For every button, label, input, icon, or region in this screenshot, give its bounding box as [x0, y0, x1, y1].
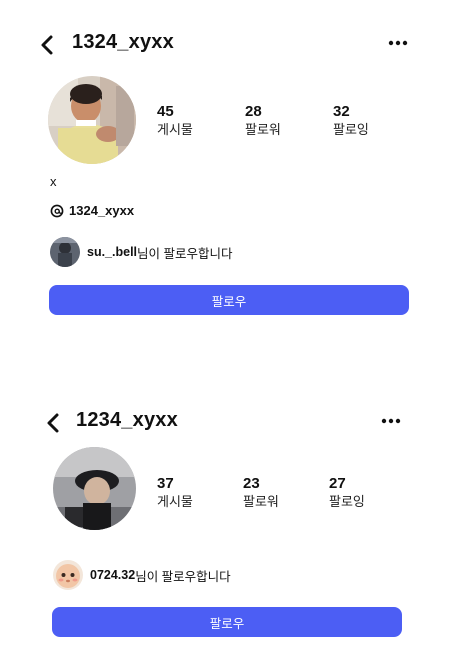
stat-following-value: 27: [329, 475, 346, 492]
stat-following-label: 팔로잉: [329, 494, 365, 509]
stat-following[interactable]: 27 팔로잉: [329, 475, 365, 510]
stat-followers[interactable]: 28 팔로워: [245, 103, 281, 138]
stat-posts[interactable]: 45 게시물: [157, 103, 193, 138]
profile-header: 1234_xyxx: [0, 402, 452, 442]
followed-by-suffix: 님이 팔로우합니다: [137, 246, 233, 261]
follow-button[interactable]: 팔로우: [49, 285, 409, 315]
follow-button[interactable]: 팔로우: [52, 607, 402, 637]
profile-avatar[interactable]: [53, 447, 136, 530]
stat-posts-label: 게시물: [157, 494, 193, 509]
followed-by-name: 0724.32: [90, 568, 136, 582]
stat-posts-label: 게시물: [157, 122, 193, 137]
profile-card-2: 1234_xyxx 37 게시물 23 팔로워 27 팔로잉 0724.32 님…: [0, 390, 452, 647]
followed-by-avatar[interactable]: [53, 560, 83, 590]
followed-by-suffix: 님이 팔로우합니다: [135, 569, 231, 584]
followed-by-row[interactable]: 0724.32 님이 팔로우합니다: [53, 560, 231, 590]
profile-username: 1234_xyxx: [76, 409, 178, 431]
stat-followers-value: 28: [245, 103, 262, 120]
stat-posts-value: 45: [157, 103, 174, 120]
followed-by-name: su._.bell: [87, 245, 138, 259]
more-horizontal-icon[interactable]: [380, 416, 402, 426]
profile-bio: x: [50, 174, 57, 189]
stat-posts-value: 37: [157, 475, 174, 492]
profile-header: 1324_xyxx: [0, 24, 452, 64]
profile-card-1: 1324_xyxx 45 게시물 28 팔로워 32 팔로잉 x 1324_xy…: [0, 0, 452, 330]
threads-link[interactable]: 1324_xyxx: [50, 203, 134, 218]
more-horizontal-icon[interactable]: [387, 38, 409, 48]
profile-username: 1324_xyxx: [72, 31, 174, 53]
stat-followers-label: 팔로워: [245, 122, 281, 137]
stat-following-value: 32: [333, 103, 350, 120]
threads-handle: 1324_xyxx: [69, 203, 135, 218]
chevron-left-icon[interactable]: [36, 34, 58, 56]
followed-by-row[interactable]: su._.bell 님이 팔로우합니다: [50, 237, 233, 267]
stat-following[interactable]: 32 팔로잉: [333, 103, 369, 138]
stat-posts[interactable]: 37 게시물: [157, 475, 193, 510]
stat-followers-label: 팔로워: [243, 494, 279, 509]
profile-avatar[interactable]: [48, 76, 136, 164]
stat-followers[interactable]: 23 팔로워: [243, 475, 279, 510]
threads-icon: [50, 204, 64, 217]
followed-by-avatar[interactable]: [50, 237, 80, 267]
stat-following-label: 팔로잉: [333, 122, 369, 137]
stat-followers-value: 23: [243, 475, 260, 492]
chevron-left-icon[interactable]: [42, 412, 64, 434]
